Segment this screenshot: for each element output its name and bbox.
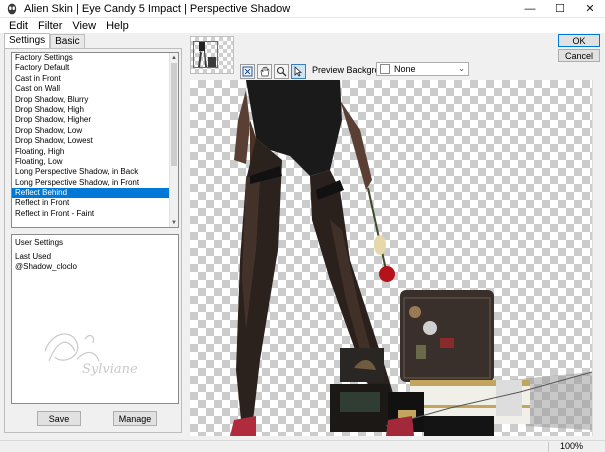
zoom-level: 100%: [559, 441, 583, 451]
preset-item[interactable]: Long Perspective Shadow, in Back: [12, 167, 171, 177]
cancel-button[interactable]: Cancel: [558, 49, 600, 62]
preset-list[interactable]: Factory Settings Factory Default Cast in F…: [11, 52, 179, 228]
window-title: Alien Skin | Eye Candy 5 Impact | Perspe…: [24, 2, 291, 15]
close-window-button[interactable]: ✕: [575, 0, 605, 18]
preset-item[interactable]: Drop Shadow, Lowest: [12, 136, 171, 146]
signature-watermark: Sylviane: [44, 333, 138, 377]
preset-item[interactable]: Drop Shadow, Higher: [12, 115, 171, 125]
preset-group-header: Factory Settings: [15, 53, 73, 62]
user-settings-list[interactable]: User Settings Last Used @Shadow_cloclo S…: [11, 234, 179, 404]
status-bar: 100%: [0, 440, 605, 452]
preset-item[interactable]: Reflect in Front - Faint: [12, 209, 171, 219]
menu-view[interactable]: View: [67, 20, 101, 32]
manage-button[interactable]: Manage: [113, 411, 157, 426]
preset-item[interactable]: Cast in Front: [12, 74, 171, 84]
menu-filter[interactable]: Filter: [33, 20, 67, 32]
arrow-select-icon: [294, 66, 303, 77]
preset-item[interactable]: Reflect Behind: [12, 188, 171, 199]
preview-background-value: None: [394, 64, 416, 74]
preset-item[interactable]: Drop Shadow, Low: [12, 126, 171, 136]
user-setting-item[interactable]: @Shadow_cloclo: [12, 262, 178, 273]
select-tool[interactable]: [291, 64, 306, 79]
title-bar: Alien Skin | Eye Candy 5 Impact | Perspe…: [0, 0, 605, 18]
user-setting-item[interactable]: Last Used: [12, 252, 178, 263]
magnifier-icon: [276, 66, 287, 77]
preview-vertical-scrollbar[interactable]: [592, 80, 604, 436]
navigator-thumbnail[interactable]: [190, 36, 234, 74]
scroll-up-icon[interactable]: ▲: [170, 53, 178, 62]
preset-items: Factory Settings Factory Default Cast in F…: [12, 53, 171, 219]
status-divider: [548, 442, 549, 452]
tab-settings[interactable]: Settings: [4, 33, 51, 48]
preset-item[interactable]: Reflect in Front: [12, 198, 171, 208]
preset-item[interactable]: Cast on Wall: [12, 84, 171, 94]
preset-item[interactable]: Drop Shadow, High: [12, 105, 171, 115]
zoom-fit-tool[interactable]: [240, 64, 255, 79]
menu-edit[interactable]: Edit: [4, 20, 33, 32]
menu-bar: Edit Filter View Help: [0, 18, 605, 33]
zoom-to-fit-icon: [242, 66, 253, 77]
preset-item[interactable]: Floating, High: [12, 147, 171, 157]
background-swatch: [380, 64, 390, 74]
preset-item[interactable]: Long Perspective Shadow, in Front: [12, 178, 171, 188]
preset-item[interactable]: Drop Shadow, Blurry: [12, 95, 171, 105]
settings-panel: Factory Settings Factory Default Cast in F…: [4, 48, 182, 433]
alien-skin-app-icon: [7, 3, 17, 14]
preset-scrollbar[interactable]: ▲ ▼: [169, 53, 178, 227]
hand-pan-icon: [260, 66, 270, 77]
save-button[interactable]: Save: [37, 411, 81, 426]
tab-basic[interactable]: Basic: [50, 34, 85, 48]
zoom-tool[interactable]: [274, 64, 289, 79]
preset-item[interactable]: Floating, Low: [12, 157, 171, 167]
user-settings-header: User Settings: [15, 238, 64, 247]
maximize-button[interactable]: ☐: [545, 0, 575, 18]
preview-canvas[interactable]: [190, 80, 592, 436]
minimize-icon: —: [524, 2, 536, 15]
scroll-down-icon[interactable]: ▼: [170, 218, 178, 227]
maximize-icon: ☐: [555, 3, 565, 15]
preview-background-select[interactable]: None ⌄: [376, 62, 469, 76]
preview-toolbar: [240, 64, 306, 79]
settings-tabs: Settings Basic: [4, 33, 85, 48]
chevron-down-icon: ⌄: [458, 64, 465, 73]
preview-image: [230, 80, 592, 436]
close-icon: ✕: [585, 3, 595, 15]
menu-help[interactable]: Help: [101, 20, 134, 32]
view-region-marker[interactable]: [193, 41, 218, 68]
minimize-button[interactable]: —: [515, 0, 545, 18]
scrollbar-thumb[interactable]: [171, 63, 177, 166]
ok-button[interactable]: OK: [558, 34, 600, 47]
hand-tool[interactable]: [257, 64, 272, 79]
preset-item[interactable]: Factory Default: [12, 63, 171, 73]
svg-text:Sylviane: Sylviane: [82, 362, 138, 377]
